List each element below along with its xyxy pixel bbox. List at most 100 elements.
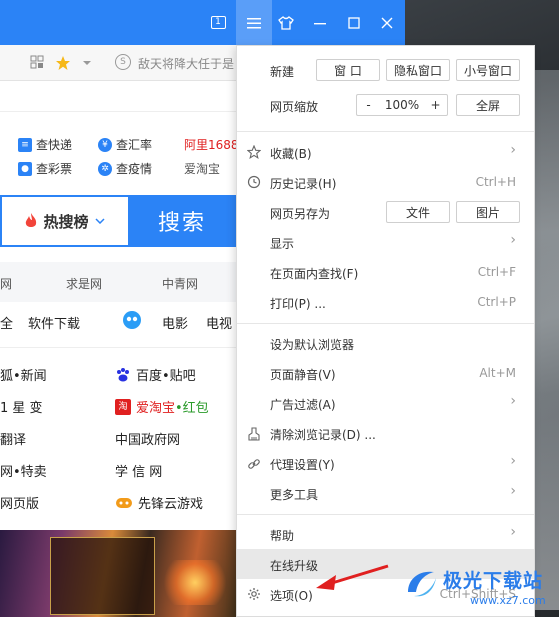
zoom-out-button[interactable]: - (356, 94, 380, 116)
site-link-chsi[interactable]: 学 信 网 (115, 461, 162, 480)
gamepad-icon (116, 497, 132, 508)
chevron-right-icon: › (510, 453, 516, 469)
quicklink-1688[interactable]: 阿里1688 (184, 136, 239, 153)
site-link-translate[interactable]: 翻译 (0, 429, 26, 448)
site-label: 百度•贴吧 (136, 369, 196, 384)
watermark-url: www.xz7.com (470, 594, 546, 607)
zoom-in-button[interactable]: + (424, 94, 448, 116)
game-ad-glow (160, 560, 230, 605)
menu-save-as-label: 网页另存为 (270, 207, 331, 221)
menu-item-label: 帮助 (270, 529, 295, 543)
search-block: 热搜榜 搜索 (0, 195, 236, 247)
quicklink-label: 查快递 (36, 138, 73, 152)
site-label: 翻译 (0, 433, 27, 448)
virus-icon: ✲ (98, 161, 112, 176)
tab-count-button[interactable]: 1 (200, 0, 236, 45)
quicklink-express[interactable]: ≡ 查快递 (18, 136, 72, 153)
hot-search-label: 热搜榜 (43, 212, 89, 231)
site-link[interactable]: 1 星 变 (0, 397, 43, 416)
menu-item-label: 清除浏览记录(D) ... (270, 428, 376, 442)
bookmark-bar (0, 82, 236, 112)
quicklink-aitaobao[interactable]: 爱淘宝 (184, 160, 220, 177)
category-tab[interactable]: 全 (0, 313, 13, 332)
address-text[interactable]: 敌天将降大任于是 (138, 55, 234, 72)
save-image-button[interactable]: 图片 (456, 201, 520, 223)
minimize-button[interactable] (302, 0, 338, 45)
chevron-down-icon[interactable] (82, 60, 92, 66)
menu-item-label: 收藏(B) (270, 147, 312, 161)
site-label-extra: •红包 (175, 401, 209, 416)
chevron-right-icon: › (510, 483, 516, 499)
close-button[interactable] (369, 0, 405, 45)
skin-button[interactable] (268, 0, 304, 45)
news-site-row (0, 262, 236, 302)
quicklink-label: 查疫情 (116, 162, 153, 176)
site-link-aitaobao[interactable]: 淘 爱淘宝 •红包 (115, 397, 209, 416)
menu-item-label: 页面静音(V) (270, 368, 336, 382)
baidu-paw-icon (117, 367, 129, 381)
yen-icon: ¥ (98, 137, 112, 152)
menu-divider (237, 323, 534, 324)
category-tab-software[interactable]: 软件下载 (28, 313, 80, 332)
site-label: 中国政府网 (115, 433, 181, 448)
taobao-icon: 淘 (115, 398, 131, 415)
menu-item-label: 打印(P) ... (270, 297, 326, 311)
category-tab-movie[interactable]: 电影 (162, 313, 188, 332)
news-site-link[interactable]: 中青网 (162, 275, 198, 292)
news-site-link[interactable]: 求是网 (66, 275, 102, 292)
quicklink-label: 查彩票 (36, 162, 73, 176)
search-button[interactable]: 搜索 (128, 195, 236, 247)
menu-item-label: 设为默认浏览器 (270, 338, 355, 352)
watermark-logo-icon (408, 571, 436, 597)
title-bar: 1 (0, 0, 405, 45)
star-icon[interactable] (55, 55, 71, 71)
small-window-button[interactable]: 小号窗口 (456, 59, 520, 81)
maximize-icon (348, 16, 360, 29)
category-tab-tv[interactable]: 电视 (206, 313, 232, 332)
save-file-button[interactable]: 文件 (386, 201, 450, 223)
news-site-link[interactable]: 网 (0, 275, 12, 292)
menu-new-label: 新建 (270, 65, 295, 79)
menu-item-shortcut: Ctrl+H (475, 175, 516, 189)
site-link-cloudgame[interactable]: 先锋云游戏 (115, 493, 203, 512)
site-link-web[interactable]: 网页版 (0, 493, 39, 512)
divider (0, 347, 236, 348)
watermark-title: 极光下载站 (443, 570, 544, 592)
hot-search-dropdown[interactable]: 热搜榜 (0, 195, 128, 247)
chevron-down-icon (94, 218, 105, 224)
chevron-right-icon: › (510, 232, 516, 248)
site-link-baidu[interactable]: 百度•贴吧 (115, 365, 196, 384)
list-icon: ≡ (18, 137, 32, 152)
menu-button[interactable] (236, 0, 272, 45)
new-window-button[interactable]: 窗 口 (316, 59, 380, 81)
apps-grid-icon[interactable] (30, 55, 44, 69)
fullscreen-button[interactable]: 全屏 (456, 94, 520, 116)
main-menu: 新建 窗 口 隐私窗口 小号窗口 网页缩放 - 100% + 全屏 收藏(B) … (236, 45, 535, 617)
site-label: 网页版 (0, 497, 40, 512)
lottery-icon: ● (18, 161, 32, 176)
quicklink-epidemic[interactable]: ✲ 查疫情 (98, 160, 152, 177)
game-ad-panel (50, 537, 155, 615)
chevron-right-icon: › (510, 524, 516, 540)
site-label: 狐•新闻 (0, 369, 47, 384)
chevron-right-icon: › (510, 142, 516, 158)
shirt-icon (278, 15, 294, 30)
site-link-sohu[interactable]: 狐•新闻 (0, 365, 47, 384)
quicklink-exchange[interactable]: ¥ 查汇率 (98, 136, 152, 153)
quicklink-label: 爱淘宝 (184, 162, 221, 176)
site-label: 先锋云游戏 (138, 497, 204, 512)
gear-icon (248, 588, 260, 600)
menu-item-label: 在线升级 (270, 559, 319, 573)
menu-item-label: 选项(O) (270, 589, 313, 603)
star-outline-icon (247, 145, 261, 159)
site-link-gov[interactable]: 中国政府网 (115, 429, 180, 448)
quicklink-lottery[interactable]: ● 查彩票 (18, 160, 72, 177)
maximize-button[interactable] (336, 0, 372, 45)
close-icon (381, 17, 393, 28)
menu-item-shortcut: Alt+M (479, 366, 516, 380)
site-link-sale[interactable]: 网•特卖 (0, 461, 47, 480)
private-window-button[interactable]: 隐私窗口 (386, 59, 450, 81)
menu-divider (237, 514, 534, 515)
chevron-right-icon: › (510, 393, 516, 409)
menu-item-label: 历史记录(H) (270, 177, 337, 191)
